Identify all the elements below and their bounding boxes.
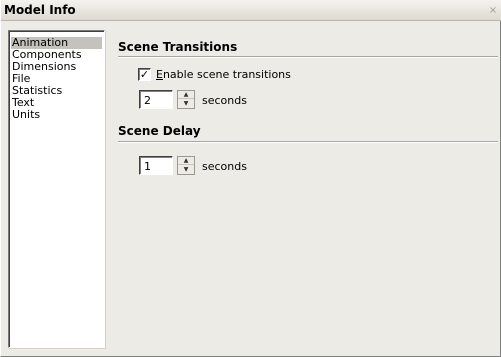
list-item-units[interactable]: Units	[11, 109, 102, 121]
window-title: Model Info	[4, 3, 76, 17]
transition-seconds-unit: seconds	[202, 94, 247, 107]
enable-scene-transitions-checkbox[interactable]: ✓	[138, 68, 151, 81]
spin-up-icon[interactable]: ▲	[178, 157, 194, 165]
scene-delay-divider	[118, 141, 498, 143]
transition-seconds-spinner[interactable]: ▲ ▼	[177, 90, 195, 109]
spin-up-icon[interactable]: ▲	[178, 91, 194, 99]
spin-down-icon[interactable]: ▼	[178, 166, 194, 174]
checkbox-label-text: nable scene transitions	[162, 68, 291, 81]
enable-scene-transitions-label[interactable]: Enable scene transitions	[156, 68, 291, 81]
checkmark-icon: ✓	[139, 68, 150, 81]
delay-seconds-spinner[interactable]: ▲ ▼	[177, 156, 195, 175]
scene-delay-heading: Scene Delay	[118, 124, 201, 138]
spin-down-icon[interactable]: ▼	[178, 100, 194, 108]
close-icon[interactable]: ×	[488, 6, 498, 16]
scene-transitions-heading: Scene Transitions	[118, 40, 238, 54]
delay-seconds-unit: seconds	[202, 160, 247, 173]
model-info-window: Model Info × Animation Components Dimens…	[0, 0, 501, 357]
delay-seconds-input[interactable]: 1	[139, 156, 173, 175]
mnemonic-letter: E	[156, 68, 163, 81]
scene-transitions-divider	[118, 56, 498, 58]
title-bar: Model Info ×	[1, 0, 501, 21]
category-list[interactable]: Animation Components Dimensions File Sta…	[8, 30, 105, 348]
transition-seconds-input[interactable]: 2	[139, 90, 173, 109]
